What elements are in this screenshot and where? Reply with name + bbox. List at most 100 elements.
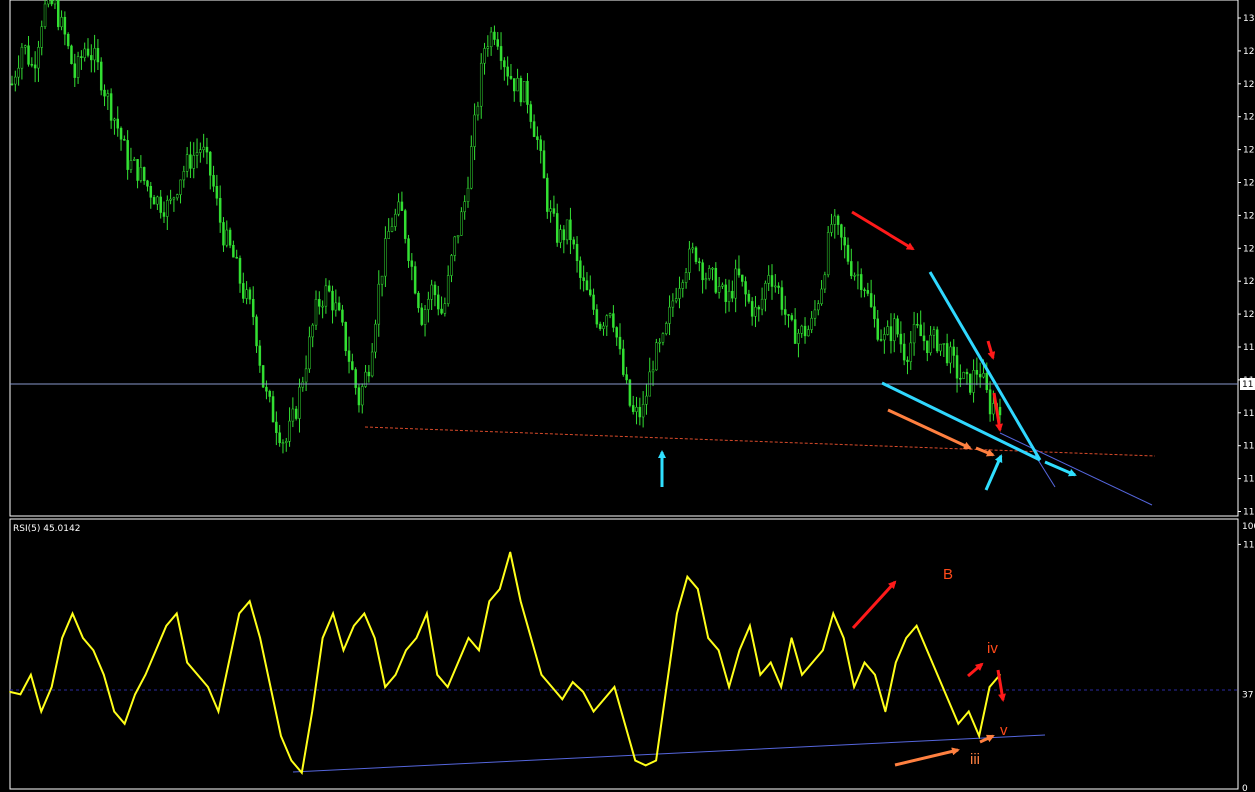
candle-body xyxy=(972,370,975,393)
candle-body xyxy=(793,319,797,344)
label-iii: iii xyxy=(970,751,980,768)
candle-body xyxy=(800,325,803,334)
rsi-point xyxy=(801,673,803,676)
candle-body xyxy=(162,212,166,217)
candle-body xyxy=(397,201,400,215)
candle-body xyxy=(43,3,47,27)
price-axis-label: 12 xyxy=(1243,80,1254,90)
candle-body xyxy=(311,324,314,338)
candle-body xyxy=(684,272,688,283)
price-axis-label: 11 xyxy=(1243,409,1254,419)
candle-body xyxy=(192,155,195,169)
candle-body xyxy=(40,26,43,48)
rsi-arrow-red-2 xyxy=(967,662,984,678)
candle-body xyxy=(645,395,648,405)
candle-body xyxy=(377,283,381,325)
candle-body xyxy=(423,309,427,325)
candle-body xyxy=(522,80,526,103)
candle-body xyxy=(86,48,90,56)
candle-body xyxy=(856,274,860,276)
candle-body xyxy=(536,136,539,140)
candle-body xyxy=(513,78,516,92)
rsi-point xyxy=(342,649,345,652)
candle-body xyxy=(859,274,863,290)
candle-body xyxy=(327,285,331,292)
rsi-point xyxy=(82,637,84,639)
candle-body xyxy=(840,224,843,238)
candle-body xyxy=(787,314,790,316)
candle-body xyxy=(622,348,625,375)
rsi-point xyxy=(311,710,314,713)
candle-body xyxy=(278,432,281,443)
candle-body xyxy=(731,290,734,299)
candle-body xyxy=(318,299,321,307)
candle-body xyxy=(506,66,509,77)
candle-body xyxy=(109,93,113,121)
candle-body xyxy=(668,306,671,324)
candle-body xyxy=(265,386,268,392)
candle-body xyxy=(83,48,86,58)
candle-body xyxy=(370,351,374,377)
candle-body xyxy=(777,285,780,288)
candle-body xyxy=(185,154,189,172)
candle-body xyxy=(665,323,668,334)
candle-body xyxy=(631,405,635,412)
candle-body xyxy=(549,208,552,212)
rsi-point xyxy=(884,710,887,713)
rsi-point xyxy=(530,637,532,639)
candle-body xyxy=(529,104,533,122)
candle-body xyxy=(803,325,807,337)
candle-body xyxy=(463,201,466,213)
candle-body xyxy=(883,334,886,341)
candle-body xyxy=(248,289,252,300)
candle-body xyxy=(526,80,529,105)
candle-body xyxy=(985,373,989,390)
rsi-support-line xyxy=(292,734,1046,773)
candle-body xyxy=(304,368,308,383)
candle-body xyxy=(63,16,67,35)
candle-body xyxy=(853,275,856,277)
candle-body xyxy=(737,268,741,276)
candle-body xyxy=(912,324,916,344)
candle-body xyxy=(939,343,942,352)
candle-body xyxy=(539,139,542,151)
rsi-point xyxy=(384,686,386,688)
candle-body xyxy=(750,301,754,317)
rsi-point xyxy=(332,612,334,615)
candle-body xyxy=(139,167,143,181)
candle-body xyxy=(384,238,387,277)
candle-body xyxy=(351,361,354,370)
rsi-point xyxy=(488,600,491,603)
candle-body xyxy=(294,408,298,419)
price-axis-label: 13 xyxy=(1243,14,1254,24)
arrow-cyan-up-right xyxy=(984,454,1003,491)
candle-body xyxy=(992,403,995,415)
candle-body xyxy=(440,308,443,314)
candle-body xyxy=(598,323,602,329)
candle-body xyxy=(113,118,116,121)
candle-body xyxy=(942,343,946,345)
candle-body xyxy=(361,386,364,406)
candle-body xyxy=(638,406,642,418)
rsi-point xyxy=(259,637,261,639)
candle-body xyxy=(955,355,959,379)
candle-body xyxy=(866,290,870,294)
arrow-red-1 xyxy=(851,210,915,251)
rsi-point xyxy=(92,649,95,652)
candle-body xyxy=(965,371,969,375)
rsi-point xyxy=(321,637,324,639)
candle-body xyxy=(182,171,186,181)
candle-body xyxy=(707,268,711,279)
candle-body xyxy=(456,235,460,238)
candle-body xyxy=(232,244,235,258)
price-axis: 13 12 12 12 12 12 12 12 12 12 11 11 11 11 11 11 11 xyxy=(1238,14,1254,550)
candle-body xyxy=(741,274,744,282)
candle-body xyxy=(889,326,893,342)
candle-body xyxy=(70,45,73,64)
rsi-point xyxy=(551,686,553,688)
candle-body xyxy=(734,268,737,299)
candle-body xyxy=(797,333,800,344)
candle-body xyxy=(909,342,913,362)
candle-body xyxy=(704,278,708,281)
rsi-point xyxy=(457,661,459,664)
